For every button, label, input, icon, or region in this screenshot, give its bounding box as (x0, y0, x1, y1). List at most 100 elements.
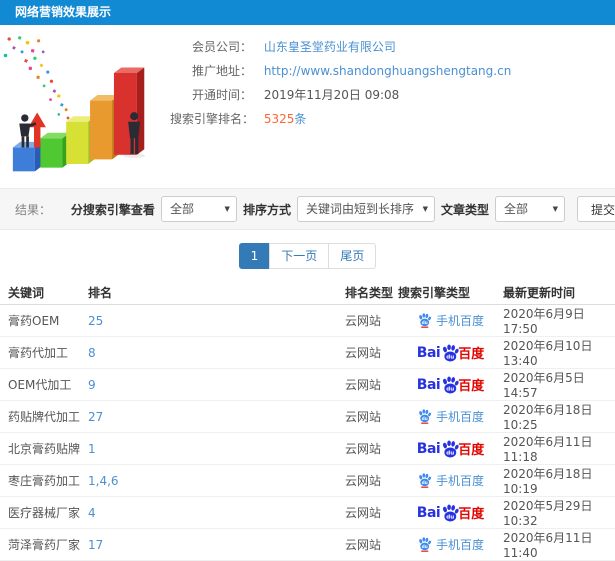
results-table: 关键词 排名 排名类型 搜索引擎类型 最新更新时间 膏药OEM 25 云网站 d… (0, 280, 615, 561)
bar-green (40, 132, 70, 168)
rank-type-cell: 云网站 (345, 368, 398, 401)
rank-type-cell: 云网站 (345, 528, 398, 561)
keyword-cell: 医疗器械厂家 (0, 496, 88, 529)
table-row: 药贴牌代加工 27 云网站 du 手机百度 2020年6月18日 10:25 (0, 400, 615, 433)
baidu-mobile-logo: du 手机百度 (417, 536, 484, 553)
sort-order-selected: 关键词由短到长排序 (305, 202, 414, 216)
table-row: OEM代加工 9 云网站 Bai du 百度 2020年6月5日 14:57 (0, 368, 615, 401)
open-time-value: 2019年11月20日 09:08 (263, 88, 400, 102)
info-row-url: 推广地址： http://www.shandonghuangshengtang.… (170, 59, 615, 83)
rank-link[interactable]: 17 (88, 538, 103, 552)
marketing-bar-chart-illustration (3, 36, 146, 172)
baidu-pc-logo: Bai du 百度 (416, 344, 485, 362)
filter-controls: 分搜索引擎查看 全部 ▼ 排序方式 关键词由短到长排序 ▼ 文章类型 全部 ▼ … (71, 196, 615, 222)
info-row-company: 会员公司： 山东皇圣堂药业有限公司 (170, 35, 615, 59)
rank-type-cell: 云网站 (345, 496, 398, 529)
svg-text:du: du (447, 386, 455, 392)
chevron-down-icon: ▼ (422, 205, 428, 213)
page-next-button[interactable]: 下一页 (269, 243, 330, 269)
keyword-cell: 菏泽膏药厂家 (0, 528, 88, 561)
illustration-container (0, 25, 170, 188)
header-rank: 排名 (88, 280, 345, 305)
header-engine-type: 搜索引擎类型 (398, 280, 503, 305)
baidu-mobile-paw-icon: du (417, 537, 432, 552)
article-type-label: 文章类型 (440, 202, 489, 217)
bar-red (113, 67, 145, 155)
company-label: 会员公司： (191, 40, 252, 54)
table-row: 菏泽膏药厂家 17 云网站 du 手机百度 2020年6月11日 11:40 (0, 528, 615, 561)
svg-text:du: du (422, 544, 428, 549)
baidu-paw-icon: du (440, 504, 460, 522)
updated-cell: 2020年6月11日 11:40 (503, 528, 615, 561)
engine-view-selected: 全部 (169, 202, 194, 216)
open-time-label: 开通时间： (191, 88, 252, 102)
rank-link[interactable]: 25 (88, 314, 103, 328)
baidu-paw-icon: du (440, 376, 460, 394)
results-table-body: 膏药OEM 25 云网站 du 手机百度 2020年6月9日 17:50 膏药代… (0, 304, 615, 561)
baidu-pc-logo: Bai du 百度 (416, 504, 485, 522)
rank-link[interactable]: 1,4,6 (88, 474, 119, 488)
engine-rank-label: 搜索引擎排名： (170, 112, 255, 126)
engine-view-select[interactable]: 全部 ▼ (160, 196, 237, 222)
submit-button[interactable]: 提交 (576, 196, 615, 222)
promotion-url-label: 推广地址： (191, 64, 252, 78)
result-label: 结果： (15, 202, 52, 217)
page-last-button[interactable]: 尾页 (328, 243, 377, 269)
table-row: 膏药代加工 8 云网站 Bai du 百度 2020年6月10日 13:40 (0, 336, 615, 369)
article-type-selected: 全部 (503, 202, 528, 216)
engine-rank-count: 5325 (263, 112, 295, 126)
chevron-down-icon: ▼ (224, 205, 230, 213)
header-keyword: 关键词 (0, 280, 88, 305)
baidu-mobile-paw-icon: du (417, 313, 432, 328)
rank-type-cell: 云网站 (345, 464, 398, 497)
updated-cell: 2020年6月9日 17:50 (503, 304, 615, 337)
page-title: 网络营销效果展示 (15, 5, 112, 19)
updated-cell: 2020年6月10日 13:40 (503, 336, 615, 369)
article-type-select[interactable]: 全部 ▼ (494, 196, 565, 222)
chevron-down-icon: ▼ (552, 205, 558, 213)
keyword-cell: 膏药OEM (0, 304, 88, 337)
baidu-mobile-paw-icon: du (417, 473, 432, 488)
keyword-cell: OEM代加工 (0, 368, 88, 401)
updated-cell: 2020年6月18日 10:25 (503, 400, 615, 433)
svg-text:du: du (447, 514, 455, 520)
updated-cell: 2020年6月5日 14:57 (503, 368, 615, 401)
company-link[interactable]: 山东皇圣堂药业有限公司 (264, 40, 396, 54)
keyword-cell: 北京膏药贴牌 (0, 432, 88, 465)
filter-bar: 结果： 分搜索引擎查看 全部 ▼ 排序方式 关键词由短到长排序 ▼ 文章类型 全… (0, 188, 615, 230)
engine-view-label: 分搜索引擎查看 (70, 202, 155, 217)
rank-link[interactable]: 1 (88, 442, 96, 456)
svg-text:du: du (447, 354, 455, 360)
confetti-dots (3, 36, 70, 120)
rank-link[interactable]: 8 (88, 346, 96, 360)
baidu-paw-icon: du (440, 344, 460, 362)
rank-link[interactable]: 9 (88, 378, 96, 392)
rank-link[interactable]: 27 (88, 410, 103, 424)
member-info-panel: 会员公司： 山东皇圣堂药业有限公司 推广地址： http://www.shand… (170, 25, 615, 188)
rank-type-cell: 云网站 (345, 432, 398, 465)
sort-order-label: 排序方式 (242, 202, 291, 217)
baidu-pc-logo: Bai du 百度 (416, 440, 485, 458)
svg-text:du: du (422, 320, 428, 325)
baidu-pc-logo: Bai du 百度 (416, 376, 485, 394)
rank-link[interactable]: 4 (88, 506, 96, 520)
page-header-bar: 网络营销效果展示 (0, 0, 615, 25)
updated-cell: 2020年6月18日 10:19 (503, 464, 615, 497)
baidu-mobile-logo: du 手机百度 (417, 312, 484, 329)
baidu-paw-icon: du (440, 440, 460, 458)
page-current-button[interactable]: 1 (238, 243, 271, 269)
sort-order-select[interactable]: 关键词由短到长排序 ▼ (296, 196, 435, 222)
baidu-mobile-paw-icon: du (417, 409, 432, 424)
svg-text:du: du (447, 450, 455, 456)
promotion-url-link[interactable]: http://www.shandonghuangshengtang.cn (264, 64, 511, 78)
updated-cell: 2020年6月11日 11:18 (503, 432, 615, 465)
rank-type-cell: 云网站 (345, 336, 398, 369)
baidu-mobile-logo: du 手机百度 (417, 472, 484, 489)
svg-text:du: du (422, 416, 428, 421)
rank-type-cell: 云网站 (345, 304, 398, 337)
header-updated: 最新更新时间 (503, 280, 615, 305)
info-row-rank-count: 搜索引擎排名： 5325条 (170, 107, 615, 131)
table-row: 膏药OEM 25 云网站 du 手机百度 2020年6月9日 17:50 (0, 304, 615, 337)
keyword-cell: 枣庄膏药加工 (0, 464, 88, 497)
baidu-mobile-logo: du 手机百度 (417, 408, 484, 425)
